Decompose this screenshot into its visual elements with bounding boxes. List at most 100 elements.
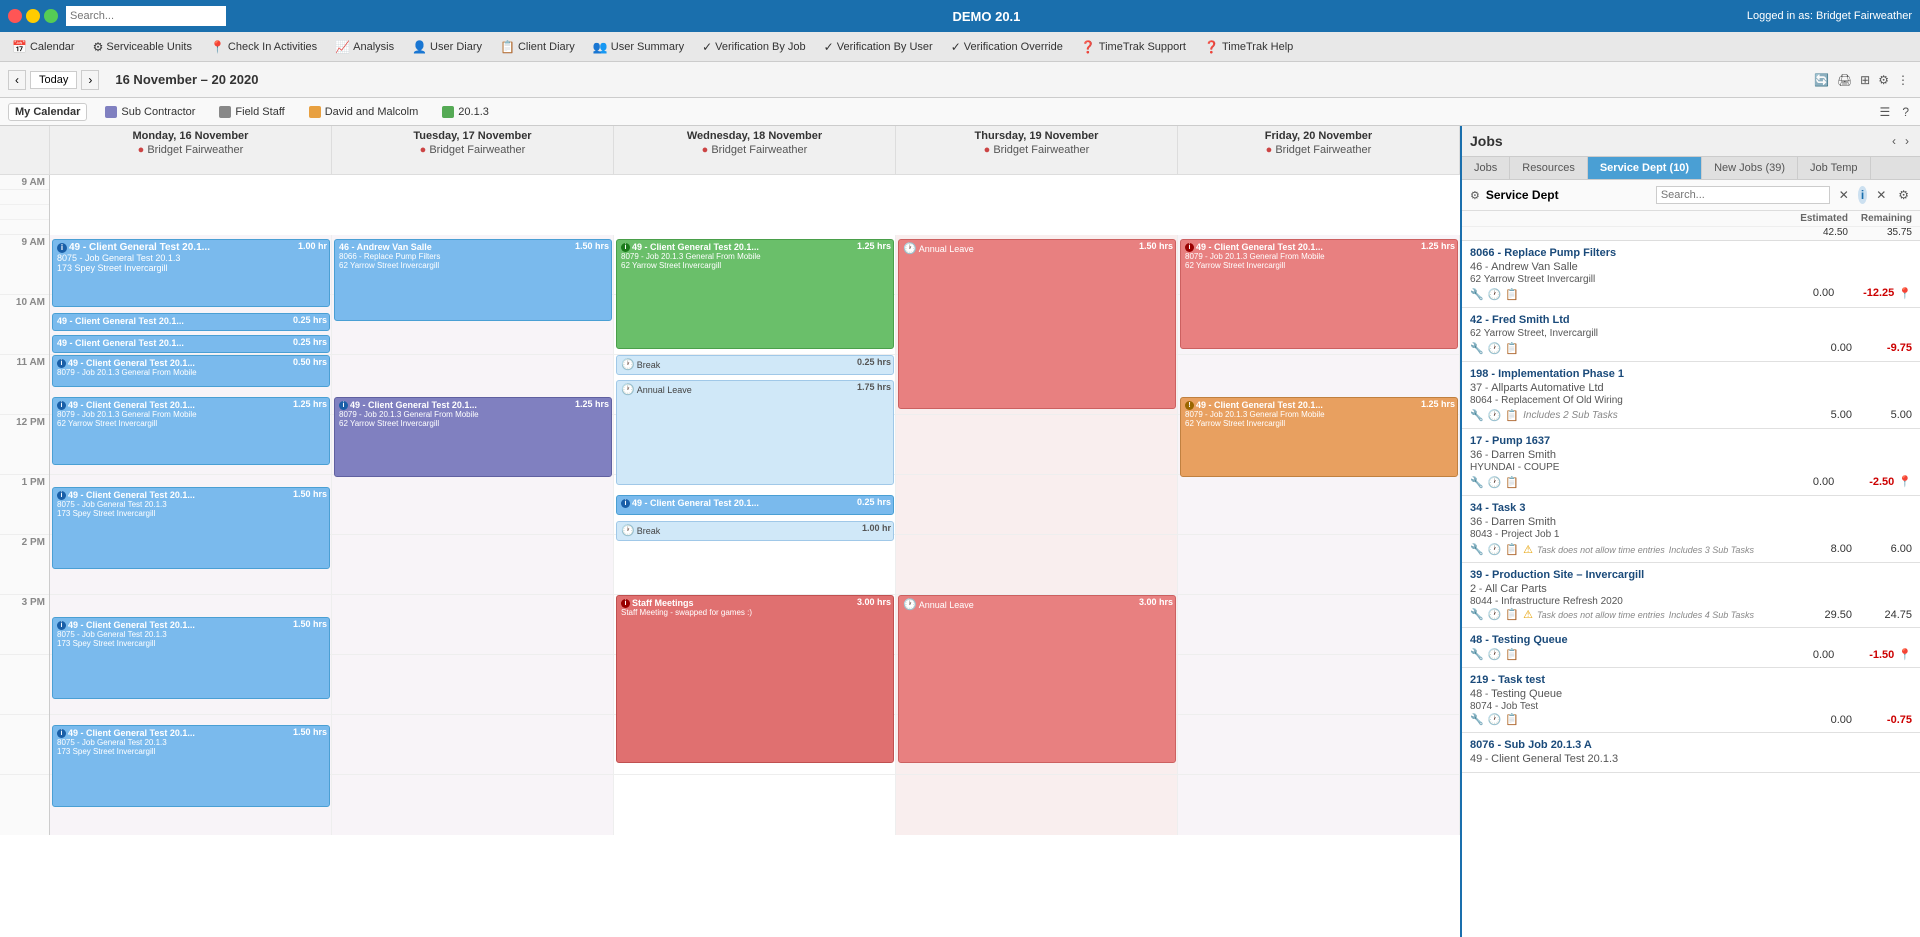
event-mon-5[interactable]: 1.25 hrs i49 - Client General Test 20.1.… bbox=[52, 397, 330, 465]
service-dept-search[interactable] bbox=[1656, 186, 1830, 204]
job-title-39[interactable]: 39 - Production Site – Invercargill bbox=[1470, 569, 1912, 581]
job-wrench-icon-39[interactable]: 🔧 bbox=[1470, 608, 1484, 621]
job-title-219[interactable]: 219 - Task test bbox=[1470, 674, 1912, 686]
nav-check-in-activities[interactable]: 📍 Check In Activities bbox=[202, 33, 325, 61]
nav-user-diary[interactable]: 👤 User Diary bbox=[404, 33, 490, 61]
event-fri-1[interactable]: 1.25 hrs i49 - Client General Test 20.1.… bbox=[1180, 239, 1458, 349]
filter-help-btn[interactable]: ? bbox=[1899, 103, 1912, 121]
tab-new-jobs[interactable]: New Jobs (39) bbox=[1702, 157, 1798, 179]
nav-verification-user[interactable]: ✓ Verification By User bbox=[816, 33, 941, 61]
job-title-48[interactable]: 48 - Testing Queue bbox=[1470, 634, 1912, 646]
event-thu-2[interactable]: 3.00 hrs 🕐Annual Leave bbox=[898, 595, 1176, 763]
filter-david-malcolm[interactable]: David and Malcolm bbox=[303, 104, 425, 120]
job-clock-icon-8066[interactable]: 🕐 bbox=[1488, 288, 1502, 301]
nav-client-diary[interactable]: 📋 Client Diary bbox=[492, 33, 583, 61]
job-clock-icon-219[interactable]: 🕐 bbox=[1488, 713, 1502, 726]
today-button[interactable]: Today bbox=[30, 71, 77, 89]
panel-prev-btn[interactable]: ‹ bbox=[1889, 132, 1899, 150]
settings-btn[interactable]: ⚙ bbox=[1875, 71, 1892, 89]
maximize-window-btn[interactable] bbox=[44, 9, 58, 23]
filter-field-staff[interactable]: Field Staff bbox=[213, 104, 290, 120]
job-wrench-icon-219[interactable]: 🔧 bbox=[1470, 713, 1484, 726]
event-thu-1[interactable]: 1.50 hrs 🕐Annual Leave bbox=[898, 239, 1176, 409]
job-notes-icon-198[interactable]: 📋 bbox=[1505, 409, 1519, 422]
event-mon-8[interactable]: 1.50 hrs i49 - Client General Test 20.1.… bbox=[52, 725, 330, 807]
nav-timetrak-help[interactable]: ❓ TimeTrak Help bbox=[1196, 33, 1301, 61]
nav-analysis[interactable]: 📈 Analysis bbox=[327, 33, 402, 61]
job-title-198[interactable]: 198 - Implementation Phase 1 bbox=[1470, 368, 1912, 380]
filter-sub-contractor[interactable]: Sub Contractor bbox=[99, 104, 201, 120]
job-notes-icon-17[interactable]: 📋 bbox=[1505, 476, 1519, 489]
nav-timetrak-support[interactable]: ❓ TimeTrak Support bbox=[1073, 33, 1194, 61]
filter-menu-btn[interactable]: ☰ bbox=[1877, 103, 1894, 121]
service-search-clear-btn[interactable]: ✕ bbox=[1836, 186, 1852, 204]
job-wrench-icon-8066[interactable]: 🔧 bbox=[1470, 288, 1484, 301]
tab-service-dept[interactable]: Service Dept (10) bbox=[1588, 157, 1702, 179]
nav-serviceable-units[interactable]: ⚙ Serviceable Units bbox=[85, 33, 200, 61]
event-tue-1[interactable]: 1.50 hrs 46 - Andrew Van Salle 8066 - Re… bbox=[334, 239, 612, 321]
tab-resources[interactable]: Resources bbox=[1510, 157, 1588, 179]
job-clock-icon-39[interactable]: 🕐 bbox=[1488, 608, 1502, 621]
job-notes-icon-34[interactable]: 📋 bbox=[1505, 543, 1519, 556]
filter-20-1-3[interactable]: 20.1.3 bbox=[436, 104, 495, 120]
job-wrench-icon-48[interactable]: 🔧 bbox=[1470, 648, 1484, 661]
print-btn[interactable]: 🖨 bbox=[1834, 71, 1855, 89]
job-title-17[interactable]: 17 - Pump 1637 bbox=[1470, 435, 1912, 447]
job-notes-icon-8066[interactable]: 📋 bbox=[1505, 288, 1519, 301]
nav-user-summary[interactable]: 👥 User Summary bbox=[585, 33, 692, 61]
job-notes-icon-42[interactable]: 📋 bbox=[1505, 342, 1519, 355]
nav-verification-job[interactable]: ✓ Verification By Job bbox=[694, 33, 814, 61]
job-loc-icon-8066[interactable]: 📍 bbox=[1898, 287, 1912, 300]
top-search-input[interactable] bbox=[66, 6, 226, 26]
grid-view-btn[interactable]: ⊞ bbox=[1857, 71, 1873, 89]
service-close-btn[interactable]: ✕ bbox=[1873, 186, 1889, 204]
job-wrench-icon-42[interactable]: 🔧 bbox=[1470, 342, 1484, 355]
refresh-btn[interactable]: 🔄 bbox=[1811, 71, 1832, 89]
job-clock-icon-17[interactable]: 🕐 bbox=[1488, 476, 1502, 489]
event-fri-2[interactable]: 1.25 hrs !49 - Client General Test 20.1.… bbox=[1180, 397, 1458, 477]
job-wrench-icon-198[interactable]: 🔧 bbox=[1470, 409, 1484, 422]
job-title-42[interactable]: 42 - Fred Smith Ltd bbox=[1470, 314, 1912, 326]
job-notes-icon-39[interactable]: 📋 bbox=[1505, 608, 1519, 621]
event-mon-1[interactable]: 1.00 hr i 49 - Client General Test 20.1.… bbox=[52, 239, 330, 307]
next-week-button[interactable]: › bbox=[81, 70, 99, 90]
job-loc-icon-48[interactable]: 📍 bbox=[1898, 648, 1912, 661]
close-window-btn[interactable] bbox=[8, 9, 22, 23]
nav-calendar[interactable]: 📅 Calendar bbox=[4, 33, 83, 61]
event-mon-2[interactable]: 0.25 hrs 49 - Client General Test 20.1..… bbox=[52, 313, 330, 331]
job-clock-icon-34[interactable]: 🕐 bbox=[1488, 543, 1502, 556]
job-title-34[interactable]: 34 - Task 3 bbox=[1470, 502, 1912, 514]
service-settings-btn[interactable]: ⚙ bbox=[1895, 186, 1912, 204]
event-mon-6[interactable]: 1.50 hrs i49 - Client General Test 20.1.… bbox=[52, 487, 330, 569]
event-mon-4[interactable]: 0.50 hrs i49 - Client General Test 20.1.… bbox=[52, 355, 330, 387]
tab-job-temp[interactable]: Job Temp bbox=[1798, 157, 1871, 179]
event-wed-1[interactable]: 1.25 hrs i49 - Client General Test 20.1.… bbox=[616, 239, 894, 349]
event-wed-staffmtg[interactable]: 3.00 hrs iStaff Meetings Staff Meeting -… bbox=[616, 595, 894, 763]
panel-next-btn[interactable]: › bbox=[1902, 132, 1912, 150]
event-tue-2[interactable]: 1.25 hrs i49 - Client General Test 20.1.… bbox=[334, 397, 612, 477]
event-wed-break2[interactable]: 1.00 hr 🕐Break bbox=[616, 521, 894, 541]
more-btn[interactable]: ⋮ bbox=[1894, 71, 1912, 89]
event-mon-3[interactable]: 0.25 hrs 49 - Client General Test 20.1..… bbox=[52, 335, 330, 353]
prev-week-button[interactable]: ‹ bbox=[8, 70, 26, 90]
job-title-8066[interactable]: 8066 - Replace Pump Filters bbox=[1470, 247, 1912, 259]
service-info-btn[interactable]: i bbox=[1858, 186, 1867, 204]
job-title-8076[interactable]: 8076 - Sub Job 20.1.3 A bbox=[1470, 739, 1912, 751]
job-notes-icon-219[interactable]: 📋 bbox=[1505, 713, 1519, 726]
filter-my-calendar[interactable]: My Calendar bbox=[8, 103, 87, 121]
minimize-window-btn[interactable] bbox=[26, 9, 40, 23]
job-loc-icon-17[interactable]: 📍 bbox=[1898, 475, 1912, 488]
job-clock-icon-42[interactable]: 🕐 bbox=[1488, 342, 1502, 355]
job-notes-icon-48[interactable]: 📋 bbox=[1505, 648, 1519, 661]
tab-jobs[interactable]: Jobs bbox=[1462, 157, 1510, 179]
job-clock-icon-48[interactable]: 🕐 bbox=[1488, 648, 1502, 661]
job-wrench-icon-34[interactable]: 🔧 bbox=[1470, 543, 1484, 556]
job-wrench-icon-17[interactable]: 🔧 bbox=[1470, 476, 1484, 489]
jobs-panel-header: Jobs ‹ › bbox=[1462, 126, 1920, 157]
event-wed-2[interactable]: 0.25 hrs i49 - Client General Test 20.1.… bbox=[616, 495, 894, 515]
event-mon-7[interactable]: 1.50 hrs i49 - Client General Test 20.1.… bbox=[52, 617, 330, 699]
nav-verification-override[interactable]: ✓ Verification Override bbox=[943, 33, 1071, 61]
job-clock-icon-198[interactable]: 🕐 bbox=[1488, 409, 1502, 422]
event-wed-break1[interactable]: 0.25 hrs 🕐Break bbox=[616, 355, 894, 375]
event-wed-annual[interactable]: 1.75 hrs 🕐Annual Leave bbox=[616, 380, 894, 485]
